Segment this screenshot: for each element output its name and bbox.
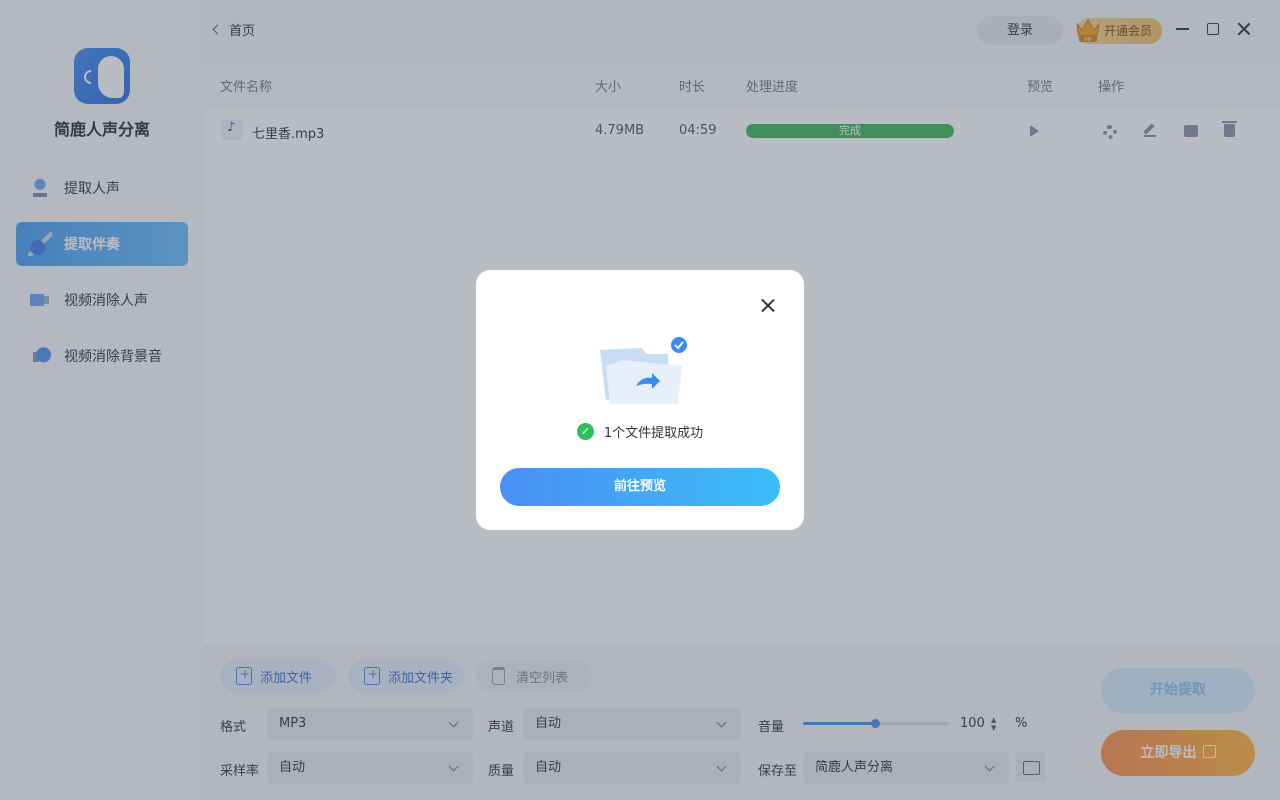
- folder-success-illustration: [600, 337, 687, 404]
- success-message-text: 1个文件提取成功: [603, 426, 704, 441]
- success-dialog: ✓ 1个文件提取成功 前往预览: [476, 270, 804, 530]
- check-circle-icon: ✓: [576, 423, 594, 440]
- go-preview-button[interactable]: 前往预览: [500, 468, 780, 506]
- close-icon[interactable]: [760, 298, 776, 314]
- success-message: ✓ 1个文件提取成功: [476, 422, 804, 441]
